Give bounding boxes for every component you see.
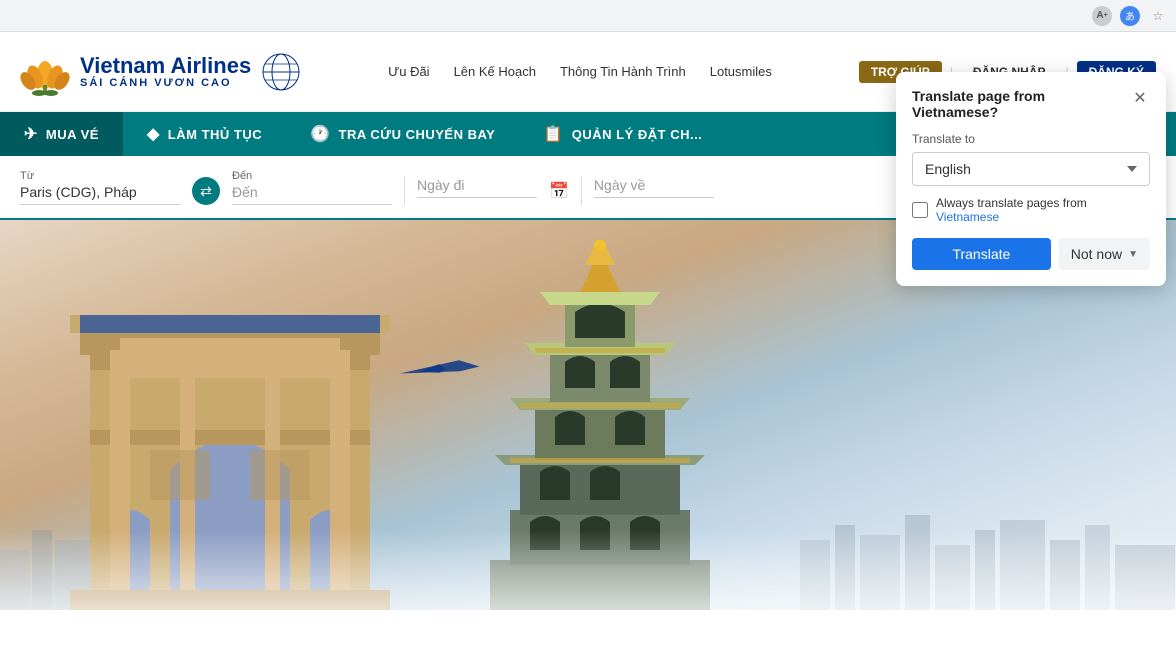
always-translate-checkbox[interactable] xyxy=(912,202,928,218)
clock-icon: 🕐 xyxy=(310,124,330,144)
booking-icon: 📋 xyxy=(543,124,563,144)
from-field[interactable]: Từ Paris (CDG), Pháp xyxy=(20,170,180,205)
source-language: Vietnamese xyxy=(936,210,999,224)
language-dropdown[interactable]: English xyxy=(912,152,1150,186)
plane-icon: ✈ xyxy=(24,124,38,144)
translate-browser-icon[interactable]: あ xyxy=(1120,6,1140,26)
translate-popup: Translate page from Vietnamese? ✕ Transl… xyxy=(896,72,1166,286)
nav-len-ke-hoach[interactable]: Lên Kế Hoạch xyxy=(454,64,536,79)
browser-chrome: A+ あ ☆ xyxy=(0,0,1176,32)
return-label: Ngày về xyxy=(594,177,714,198)
from-label: Từ xyxy=(20,170,180,182)
website-content: Vietnam Airlines SÁI CÁNH VƯƠN CAO Ưu Đã… xyxy=(0,32,1176,651)
translate-button[interactable]: Translate xyxy=(912,238,1051,270)
return-field[interactable]: Ngày về xyxy=(594,177,714,198)
popup-actions: Translate Not now ▼ xyxy=(912,238,1150,270)
swap-button[interactable]: ⇄ xyxy=(192,177,220,205)
airline-name: Vietnam Airlines xyxy=(80,55,251,77)
tab-lam-thu-tuc[interactable]: ◆ LÀM THỦ TỤC xyxy=(123,112,286,156)
fog-overlay xyxy=(0,530,1176,610)
tab-mua-ve[interactable]: ✈ MUA VÉ xyxy=(0,112,123,156)
from-value: Paris (CDG), Pháp xyxy=(20,184,180,205)
favorites-icon[interactable]: ☆ xyxy=(1148,6,1168,26)
main-nav: Ưu Đãi Lên Kế Hoạch Thông Tin Hành Trình… xyxy=(388,64,772,79)
always-translate-option: Always translate pages from Vietnamese xyxy=(912,196,1150,224)
to-placeholder: Đến xyxy=(232,184,392,205)
lotus-logo xyxy=(20,47,70,97)
nav-thong-tin[interactable]: Thông Tin Hành Trình xyxy=(560,64,686,79)
airline-tagline: SÁI CÁNH VƯƠN CAO xyxy=(80,77,251,89)
translate-to-label: Translate to xyxy=(912,132,1150,146)
chevron-down-icon: ▼ xyxy=(1128,249,1138,260)
tab-quan-ly[interactable]: 📋 QUẢN LÝ ĐẶT CH... xyxy=(519,112,726,156)
tab-tra-cuu[interactable]: 🕐 TRA CỨU CHUYẾN BAY xyxy=(286,112,519,156)
tab-quan-ly-label: QUẢN LÝ ĐẶT CH... xyxy=(572,127,703,142)
logo-area: Vietnam Airlines SÁI CÁNH VƯƠN CAO xyxy=(20,47,301,97)
not-now-label: Not now xyxy=(1071,246,1122,262)
tab-tra-cuu-label: TRA CỨU CHUYẾN BAY xyxy=(339,127,496,142)
to-label: Đến xyxy=(232,170,392,182)
depart-label: Ngày đi xyxy=(417,177,537,198)
popup-header: Translate page from Vietnamese? ✕ xyxy=(912,88,1150,120)
nav-uu-dai[interactable]: Ưu Đãi xyxy=(388,64,429,79)
tab-mua-ve-label: MUA VÉ xyxy=(46,127,99,142)
nav-lotusmiles[interactable]: Lotusmiles xyxy=(710,64,772,79)
popup-title: Translate page from Vietnamese? xyxy=(912,88,1130,120)
not-now-button[interactable]: Not now ▼ xyxy=(1059,238,1150,270)
depart-field[interactable]: Ngày đi xyxy=(417,177,537,198)
to-field[interactable]: Đến Đến xyxy=(232,170,392,205)
globe-emblem xyxy=(261,52,301,92)
logo-text-area: Vietnam Airlines SÁI CÁNH VƯƠN CAO xyxy=(80,55,251,89)
calendar-depart-icon: 📅 xyxy=(549,181,569,201)
checkin-icon: ◆ xyxy=(147,124,160,144)
tab-lam-thu-tuc-label: LÀM THỦ TỤC xyxy=(168,127,262,142)
always-translate-label[interactable]: Always translate pages from Vietnamese xyxy=(936,196,1150,224)
font-size-icon[interactable]: A+ xyxy=(1092,6,1112,26)
close-button[interactable]: ✕ xyxy=(1130,88,1150,108)
